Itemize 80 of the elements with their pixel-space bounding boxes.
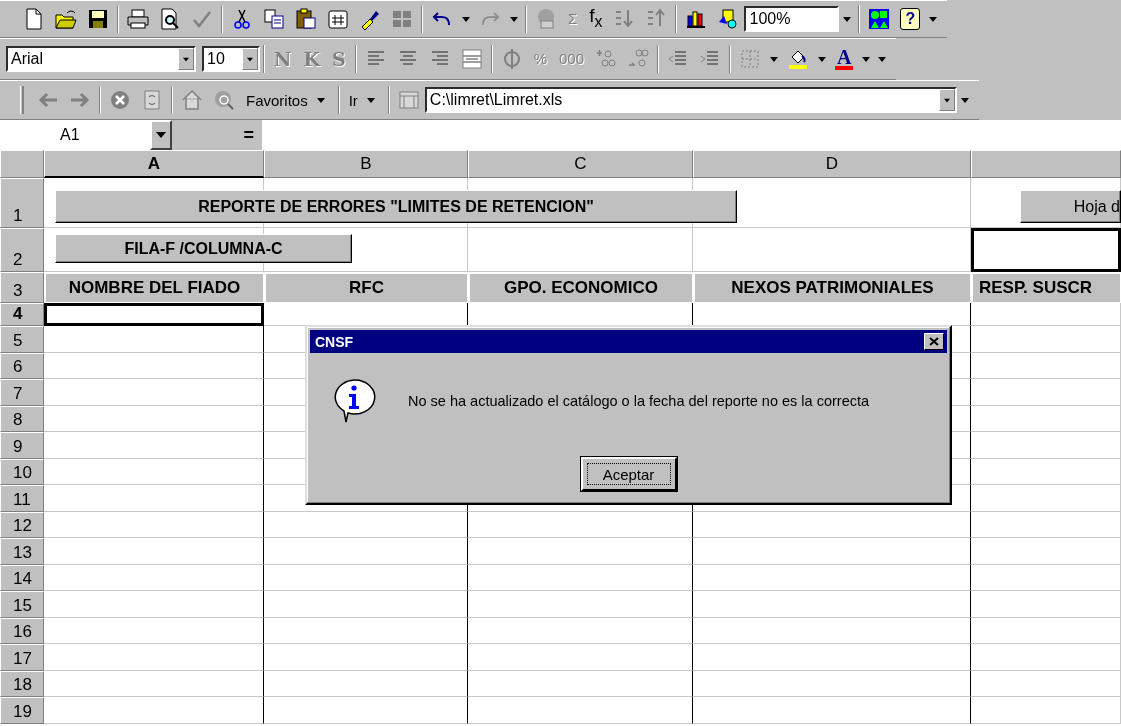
calendar-icon[interactable] [327, 8, 349, 30]
go-menu[interactable]: Ir [342, 91, 385, 109]
row-header[interactable]: 7 [0, 379, 44, 406]
clipboard-icon[interactable] [295, 8, 317, 30]
fill-color-icon[interactable] [787, 48, 809, 70]
caret-icon[interactable] [770, 56, 778, 62]
row-header[interactable]: 17 [0, 644, 44, 671]
caret-icon[interactable] [929, 16, 938, 22]
caret-icon[interactable] [316, 97, 325, 103]
close-icon [929, 337, 939, 346]
sheet-button[interactable]: Hoja d [1020, 190, 1121, 223]
column-header[interactable]: D [693, 150, 971, 178]
header-cell: RFC [265, 273, 467, 302]
map-icon[interactable] [868, 8, 891, 30]
row-header[interactable]: 1 [0, 178, 44, 228]
bar-chart-icon[interactable] [685, 8, 708, 30]
row-header[interactable]: 16 [0, 617, 44, 644]
dropdown-button[interactable] [150, 120, 172, 150]
zoom-field[interactable]: 100% [744, 6, 840, 32]
header-cell: RESP. SUSCR [972, 273, 1120, 302]
row-header[interactable]: 19 [0, 697, 44, 724]
copy-icon[interactable] [263, 8, 285, 30]
dialog-message: No se ha actualizado el catálogo o la fecha del reporte no es la correcta [408, 393, 870, 409]
printer-icon[interactable] [127, 8, 149, 30]
select-all-corner[interactable] [0, 150, 44, 178]
help-button[interactable]: ? [900, 8, 921, 30]
row-header[interactable]: 9 [0, 432, 44, 459]
column-header[interactable]: B [264, 150, 468, 178]
row-header[interactable]: 11 [0, 485, 44, 512]
print-preview-icon[interactable] [159, 8, 181, 30]
address-field[interactable]: C:\limret\Limret.xls [424, 87, 957, 113]
search-icon[interactable] [213, 89, 235, 111]
home-icon[interactable] [181, 89, 203, 111]
merge-cells-icon[interactable] [460, 48, 483, 70]
caret-icon [156, 132, 166, 138]
column-header[interactable] [971, 150, 1121, 178]
header-cell: NOMBRE DEL FIADO [45, 273, 263, 302]
paintbrush-icon[interactable] [359, 8, 381, 30]
stop-icon[interactable] [109, 89, 131, 111]
equals-button[interactable]: = [172, 120, 262, 150]
caret-icon[interactable] [843, 16, 852, 22]
caret-icon[interactable] [366, 97, 375, 103]
selected-cell[interactable] [44, 303, 264, 326]
caret-icon[interactable] [183, 56, 189, 62]
caret-icon[interactable] [247, 56, 253, 62]
row-header[interactable]: 13 [0, 538, 44, 565]
row-header[interactable]: 10 [0, 458, 44, 485]
scissors-icon[interactable] [231, 8, 253, 30]
row-header[interactable]: 6 [0, 352, 44, 379]
favorites-menu[interactable]: Favoritos [240, 91, 335, 109]
header-cell: GPO. ECONOMICO [469, 273, 692, 302]
row-header[interactable]: 14 [0, 564, 44, 591]
accept-button[interactable]: Aceptar [580, 457, 677, 491]
column-header[interactable]: C [468, 150, 693, 178]
sheet-button[interactable]: REPORTE DE ERRORES "LIMITES DE RETENCION" [55, 190, 737, 223]
row-header[interactable]: 3 [0, 272, 44, 303]
font-field[interactable]: Arial [6, 46, 196, 72]
function-button[interactable]: f$_{x}$ [583, 5, 609, 33]
dialog-title: CNSF [315, 333, 354, 350]
sheet-button[interactable]: FILA-F /COLUMNA-C [55, 234, 352, 263]
new-document-icon[interactable] [23, 8, 45, 30]
row-header[interactable]: 15 [0, 591, 44, 618]
column-header[interactable]: A [44, 150, 264, 178]
close-button[interactable] [924, 333, 944, 350]
caret-icon[interactable] [960, 97, 969, 103]
row-header[interactable]: 8 [0, 405, 44, 432]
row-header[interactable]: 4 [0, 303, 44, 326]
caret-icon[interactable] [818, 56, 826, 62]
caret-icon[interactable] [510, 16, 518, 22]
caret-icon[interactable] [943, 97, 950, 103]
row-header[interactable]: 5 [0, 326, 44, 353]
font-color-button[interactable]: A [835, 48, 854, 70]
header-cell: NEXOS PATRIMONIALES [694, 273, 970, 302]
caret-icon[interactable] [462, 16, 470, 22]
shapes-icon[interactable] [717, 8, 740, 30]
font-size-field[interactable]: 10 [202, 46, 260, 72]
folder-icon[interactable] [55, 8, 77, 30]
row-header[interactable]: 2 [0, 228, 44, 272]
row-header[interactable]: 12 [0, 511, 44, 538]
row-header[interactable]: 18 [0, 670, 44, 697]
